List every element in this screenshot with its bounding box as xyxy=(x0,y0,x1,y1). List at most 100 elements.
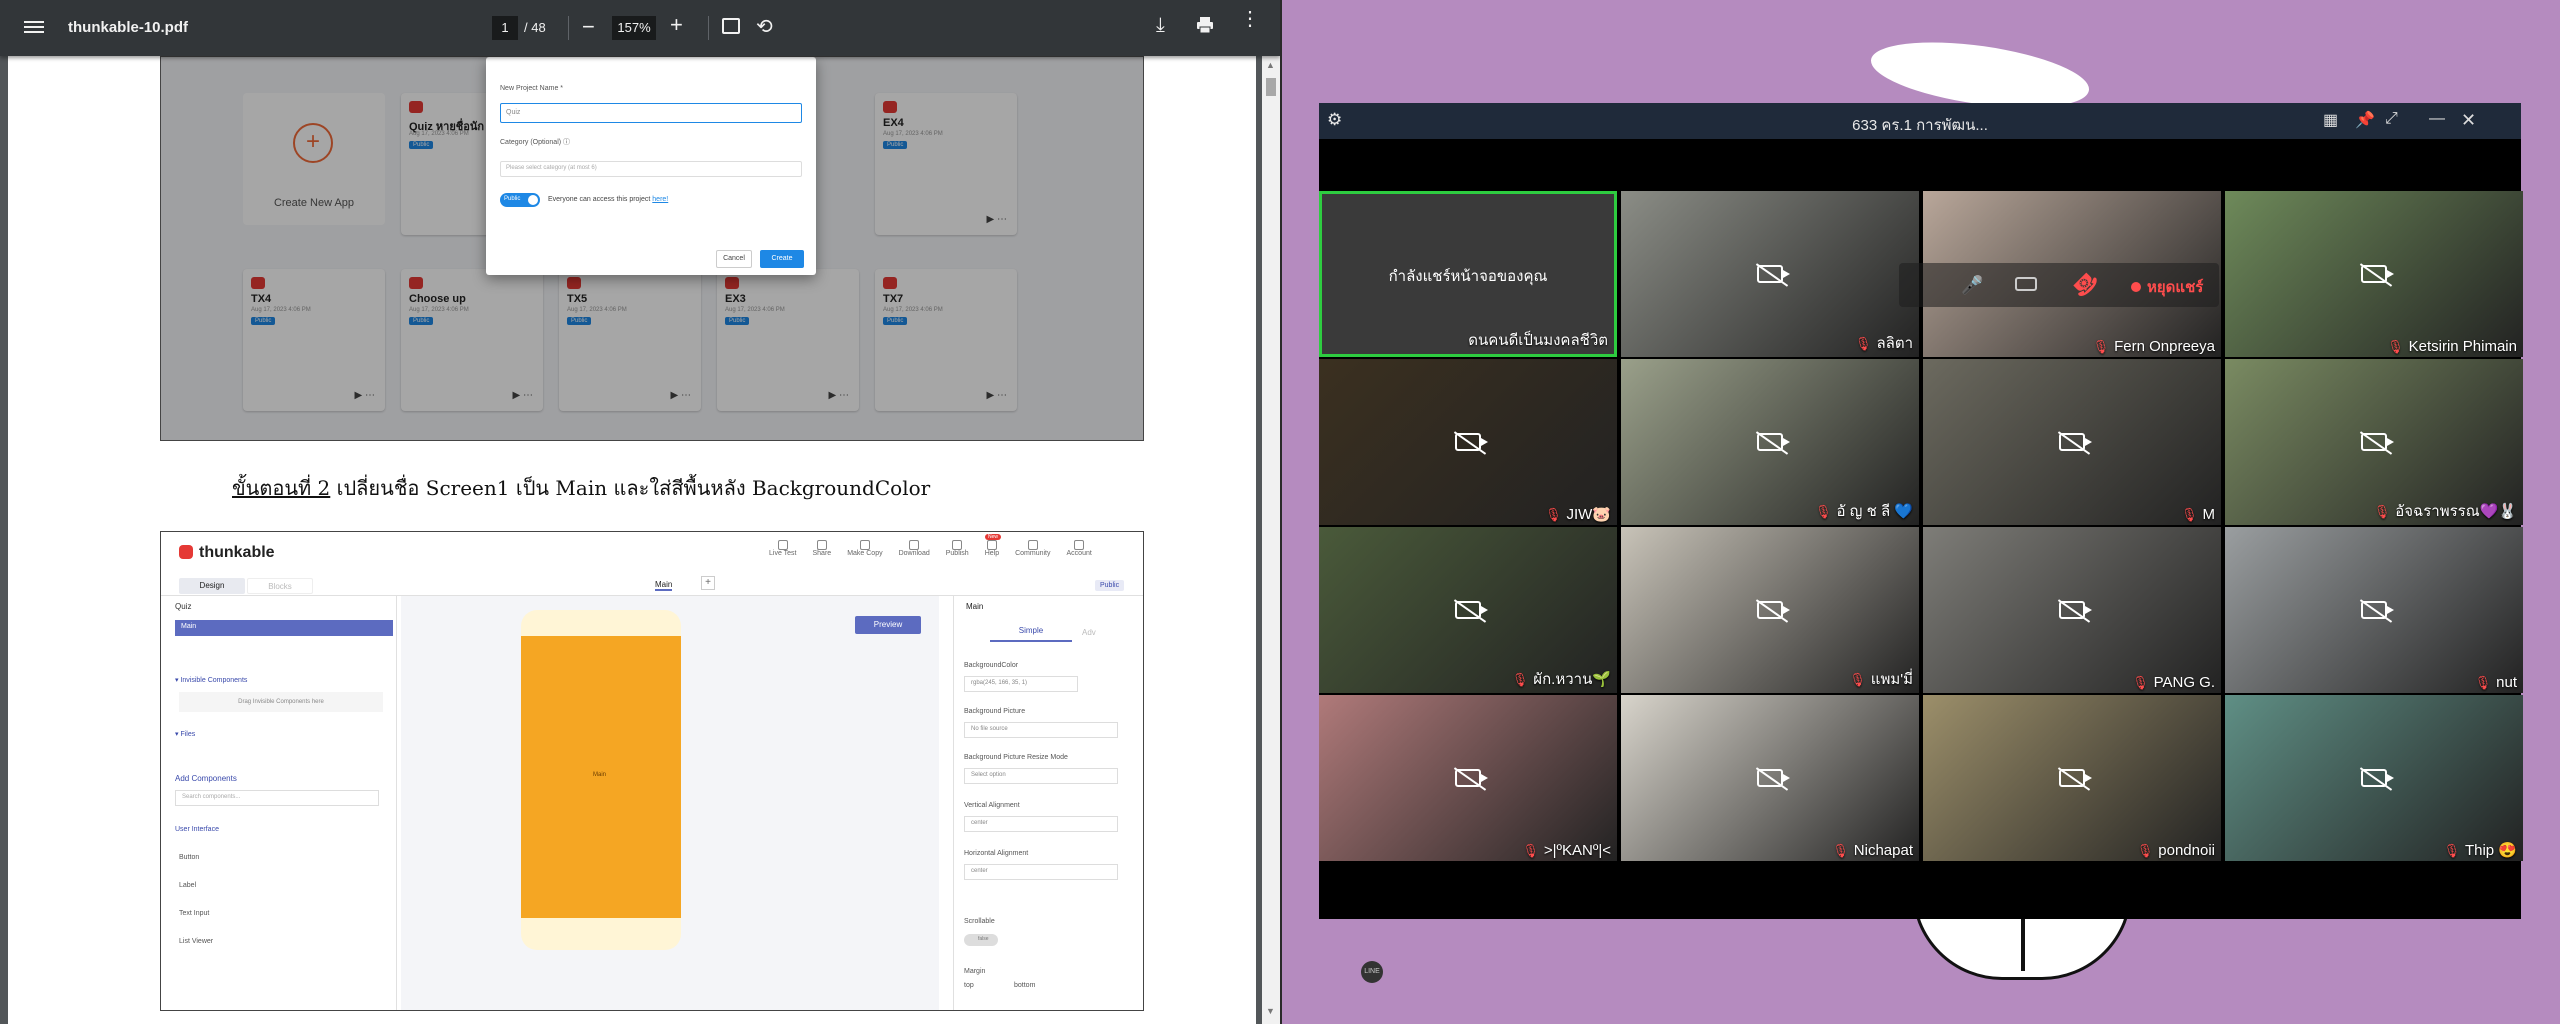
participant-name-text: อั ญ ช ลี 💙 xyxy=(1836,503,1913,520)
cancel-button: Cancel xyxy=(716,250,752,268)
component-list-viewer: List Viewer xyxy=(179,938,214,945)
video-off-icon xyxy=(1757,601,1790,619)
participant-tile[interactable]: 🎙 nut xyxy=(2225,527,2523,693)
participant-tile[interactable]: 🎙 >|ºKANº|< xyxy=(1319,695,1617,861)
record-dot-icon xyxy=(2131,282,2141,292)
fit-to-page-icon[interactable] xyxy=(722,18,740,34)
participant-tile[interactable]: 🎙 อัจฉราพรรณ💜🐰 xyxy=(2225,359,2523,525)
tab-design: Design xyxy=(179,578,245,594)
pin-icon[interactable]: 📌 xyxy=(2355,110,2375,130)
hang-up-icon[interactable]: ☎ xyxy=(2066,265,2104,303)
video-off-icon xyxy=(1455,433,1488,451)
participant-tile[interactable]: 🎙 M xyxy=(1923,359,2221,525)
component-text-input: Text Input xyxy=(179,910,210,917)
vertical-alignment-field: center xyxy=(964,816,1118,832)
scrollable-toggle: false xyxy=(964,934,998,946)
access-description: Everyone can access this project xyxy=(548,196,651,203)
zoom-out-icon[interactable]: − xyxy=(582,14,595,40)
pdf-filename: thunkable-10.pdf xyxy=(68,19,189,36)
zoom-in-icon[interactable]: + xyxy=(670,12,683,38)
line-logo: LINE xyxy=(1361,961,1383,983)
video-off-icon xyxy=(2059,433,2092,451)
participant-name-text: JIW🐷 xyxy=(1566,506,1611,523)
participant-name-text: nut xyxy=(2496,674,2517,691)
close-icon[interactable]: ✕ xyxy=(2461,110,2476,131)
participant-name-text: Thip 😍 xyxy=(2464,842,2517,859)
step-2-instruction: ขั้นตอนที่ 2 เปลี่ยนชื่อ Screen1 เป็น Ma… xyxy=(232,472,930,504)
participant-tile[interactable]: 🎙 แพม'มี่ xyxy=(1621,527,1919,693)
project-name-label: New Project Name * xyxy=(500,85,564,92)
muted-mic-icon: 🎙 xyxy=(1849,672,1866,687)
category-label: Category (Optional) ⓘ xyxy=(500,139,571,146)
component-search: Search components... xyxy=(175,790,379,806)
more-options-icon[interactable]: ⋮ xyxy=(1240,9,1260,29)
video-off-icon xyxy=(1455,601,1488,619)
call-controls: 🎤 ☎ หยุดแชร์ xyxy=(1899,263,2219,307)
participant-tile[interactable]: 🎙 Thip 😍 xyxy=(2225,695,2523,861)
muted-mic-icon: 🎙 xyxy=(1544,507,1562,522)
create-button: Create xyxy=(760,250,804,268)
bg-picture-label: Background Picture xyxy=(964,708,1026,715)
sharing-screen-text: กำลังแชร์หน้าจอของคุณ xyxy=(1388,268,1548,285)
margin-top-label: top xyxy=(964,982,974,989)
participant-tile[interactable]: 🎙 pondnoii xyxy=(1923,695,2221,861)
download-nav: Download xyxy=(899,538,930,557)
participant-name: 🎙 อั ญ ช ลี 💙 xyxy=(1815,499,1913,523)
video-off-icon xyxy=(2361,265,2394,283)
page-total: / 48 xyxy=(524,20,546,35)
category-field: Please select category (at most 6) xyxy=(500,161,802,177)
participant-tile[interactable]: 🎙 JIW🐷 xyxy=(1319,359,1617,525)
meeting-window: ⚙ 633 คร.1 การพัฒน... ▦ 📌 ⤢ — ✕ กำลังแชร… xyxy=(1319,103,2523,983)
pdf-viewer: thunkable-10.pdf 1 / 48 − 157% + ⟲ ⤓ ⋮ +… xyxy=(0,0,1280,1024)
participant-tile[interactable]: 🎙 Ketsirin Phimain xyxy=(2225,191,2523,357)
minimize-icon[interactable]: — xyxy=(2429,110,2445,128)
thunkable-nav: Live Test Share Make Copy Download Publi… xyxy=(769,538,1092,557)
participant-tile[interactable]: 🎙 ลลิตา xyxy=(1621,191,1919,357)
participant-tile[interactable]: 🎙 ผัก.หวาน🌱 xyxy=(1319,527,1617,693)
participant-name-text: Fern Onpreeya xyxy=(2114,338,2215,355)
live-test-nav: Live Test xyxy=(769,538,797,557)
bg-color-field: rgba(245, 166, 35, 1) xyxy=(964,676,1078,692)
participant-tile[interactable]: 🎙 Nichapat xyxy=(1621,695,1919,861)
screen-tab-main: Main xyxy=(655,580,673,591)
video-off-icon xyxy=(1757,769,1790,787)
scroll-down-icon[interactable]: ▼ xyxy=(1266,1006,1275,1016)
participant-tile[interactable]: 🎙 PANG G. xyxy=(1923,527,2221,693)
publish-nav: Publish xyxy=(946,538,969,557)
account-nav: Account xyxy=(1067,538,1092,557)
microphone-icon[interactable]: 🎤 xyxy=(1961,275,1983,296)
muted-mic-icon: 🎙 xyxy=(2443,843,2460,858)
toolbar-divider xyxy=(568,16,569,40)
participant-name: 🎙 Fern Onpreeya xyxy=(2093,338,2215,355)
muted-mic-icon: 🎙 xyxy=(1814,504,1832,519)
scroll-up-icon[interactable]: ▲ xyxy=(1266,60,1275,70)
participant-tile[interactable]: 🎙 อั ญ ช ลี 💙 xyxy=(1621,359,1919,525)
user-interface-header: User Interface xyxy=(175,826,219,833)
design-canvas: Main Preview xyxy=(401,596,939,1010)
add-screen-icon: + xyxy=(701,576,715,590)
participant-name-text: ดนคนดีเป็นมงคลชีวิต xyxy=(1468,332,1608,349)
layout-icon[interactable]: ▦ xyxy=(2323,110,2338,130)
participant-tile-self[interactable]: กำลังแชร์หน้าจอของคุณดนคนดีเป็นมงคลชีวิต xyxy=(1319,191,1617,357)
muted-mic-icon: 🎙 xyxy=(2373,504,2391,519)
muted-mic-icon: 🎙 xyxy=(2180,507,2198,522)
component-label: Label xyxy=(179,882,197,889)
participant-name: 🎙 ลลิตา xyxy=(1855,331,1913,355)
help-nav: Help xyxy=(985,538,999,557)
print-icon[interactable] xyxy=(1196,16,1214,34)
preview-button: Preview xyxy=(855,616,921,634)
pdf-scrollbar[interactable]: ▲ ▼ xyxy=(1262,56,1280,1024)
video-off-icon[interactable] xyxy=(2015,277,2037,291)
fullscreen-icon[interactable]: ⤢ xyxy=(2385,110,2398,128)
stop-share-button[interactable]: หยุดแชร์ xyxy=(2131,275,2203,299)
menu-icon[interactable] xyxy=(24,18,44,38)
invisible-components-header: ▾ Invisible Components xyxy=(175,677,248,684)
horizontal-alignment-field: center xyxy=(964,864,1118,880)
page-number-input[interactable]: 1 xyxy=(492,16,518,40)
download-icon[interactable]: ⤓ xyxy=(1156,14,1165,37)
zoom-level-input[interactable]: 157% xyxy=(612,16,656,40)
public-badge: Public xyxy=(1095,580,1125,591)
rotate-icon[interactable]: ⟲ xyxy=(756,14,773,39)
participant-name: 🎙 PANG G. xyxy=(2132,674,2215,691)
scrollbar-thumb[interactable] xyxy=(1266,78,1276,96)
